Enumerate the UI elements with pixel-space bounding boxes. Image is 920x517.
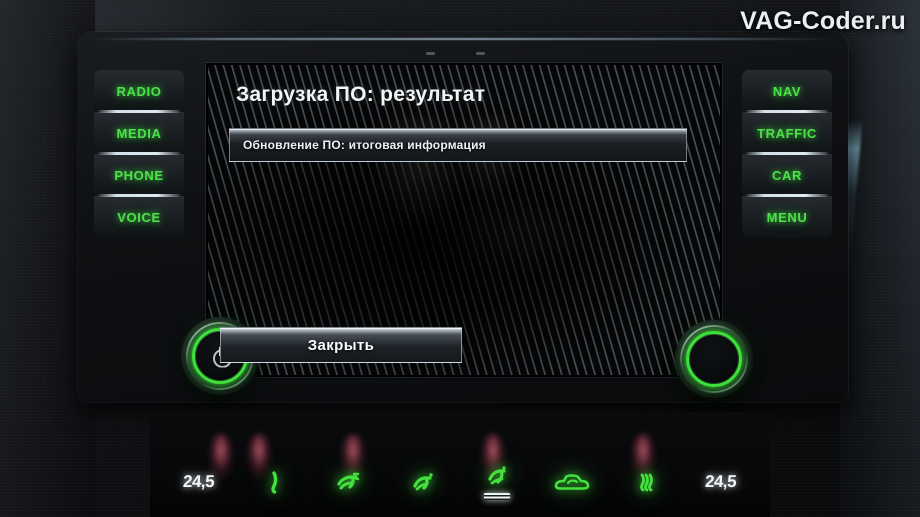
close-button[interactable]: Закрыть (220, 327, 462, 363)
hardkey-phone-label: PHONE (114, 167, 164, 183)
hardkey-voice[interactable]: VOICE (94, 196, 184, 238)
climate-control-panel: 24,5 24,5 (150, 412, 770, 517)
close-button-label: Закрыть (307, 336, 375, 354)
hardkey-traffic-label: TRAFFIC (757, 125, 817, 141)
airflow-feet-button[interactable] (466, 464, 528, 500)
knob-face (690, 335, 738, 383)
airflow-feet-icon (488, 465, 506, 484)
ac-indicator (484, 492, 511, 500)
hardkey-media[interactable]: MEDIA (94, 112, 184, 154)
right-temperature-value: 24,5 (704, 471, 738, 491)
airflow-face-icon (413, 472, 433, 490)
hardkey-car-label: CAR (772, 167, 802, 183)
hardkey-traffic[interactable]: TRAFFIC (742, 112, 832, 154)
hardkey-menu-label: MENU (766, 209, 808, 225)
infotainment-screen[interactable]: Загрузка ПО: результат Обновление ПО: ит… (208, 65, 720, 375)
left-temperature-display[interactable]: 24,5 (168, 472, 230, 492)
tune-scroll-knob[interactable] (675, 320, 753, 398)
right-hardkey-column: NAV TRAFFIC CAR MENU (742, 70, 832, 238)
hardkey-nav-label: NAV (772, 83, 802, 99)
infotainment-head-unit: RADIO MEDIA PHONE VOICE NAV TRAFFIC CAR … (78, 32, 848, 402)
dashboard-trim-right (840, 0, 920, 517)
recirculation-car-icon (554, 473, 590, 490)
left-hardkey-column: RADIO MEDIA PHONE VOICE (94, 70, 184, 238)
hardkey-radio-label: RADIO (116, 83, 162, 99)
hardkey-car[interactable]: CAR (742, 154, 832, 196)
info-bar[interactable]: Обновление ПО: итоговая информация (229, 128, 687, 162)
hardkey-phone[interactable]: PHONE (94, 154, 184, 196)
light-sensor-icon (426, 52, 435, 55)
rear-window-heater-button[interactable] (615, 470, 677, 494)
right-temperature-display[interactable]: 24,5 (690, 472, 752, 492)
page-title: Загрузка ПО: результат (236, 83, 486, 106)
ir-sensor-icon (476, 52, 485, 55)
defrost-windshield-icon (270, 470, 277, 494)
info-bar-text: Обновление ПО: итоговая информация (243, 138, 486, 152)
left-temperature-value: 24,5 (182, 471, 216, 491)
windshield-defrost-button[interactable] (243, 470, 305, 494)
climate-button-row: 24,5 24,5 (150, 454, 770, 509)
front-defrost-button[interactable] (317, 470, 379, 494)
defrost-front-icon (337, 472, 360, 489)
hardkey-radio[interactable]: RADIO (94, 70, 184, 112)
rear-defrost-icon (640, 473, 654, 491)
hardkey-menu[interactable]: MENU (742, 196, 832, 238)
hardkey-media-label: MEDIA (116, 125, 162, 141)
hardkey-voice-label: VOICE (117, 209, 161, 225)
bezel-chrome-highlight (88, 38, 838, 40)
recirculation-button[interactable] (541, 471, 603, 493)
airflow-face-button[interactable] (392, 470, 454, 494)
hardkey-nav[interactable]: NAV (742, 70, 832, 112)
watermark-vag-coder: VAG-Coder.ru (740, 7, 906, 35)
